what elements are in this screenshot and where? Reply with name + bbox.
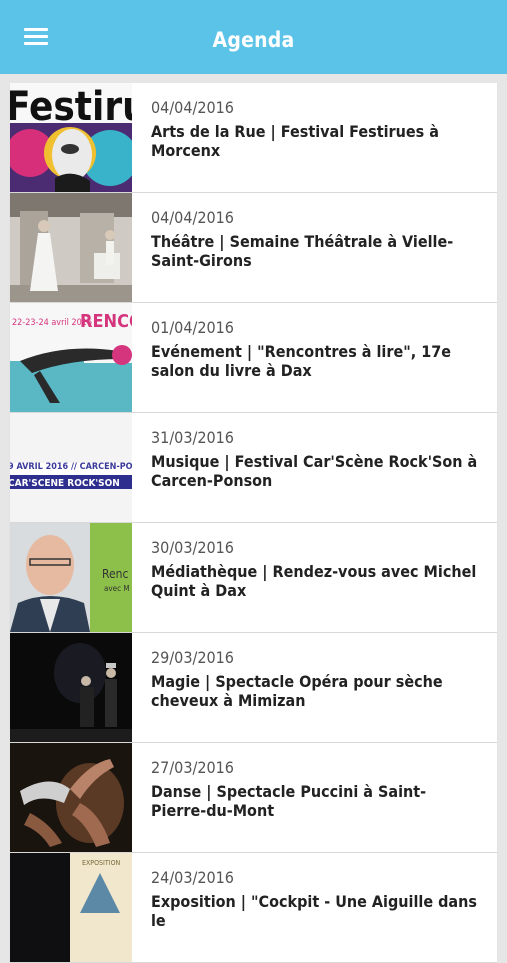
event-card[interactable]: Renc avec M 30/03/2016 Médiathèque | Ren…	[10, 523, 497, 632]
event-card[interactable]: Festiru 04/04/2016 Arts de la Rue | Fest…	[10, 83, 497, 192]
app-bar: Agenda	[0, 0, 507, 74]
thumbnail-subtext: CAR'SCENE ROCK'SON	[10, 478, 120, 489]
thumbnail-text: EXPOSITION	[82, 859, 121, 867]
page-title: Agenda	[212, 28, 295, 52]
event-date: 04/04/2016	[151, 208, 234, 227]
event-card[interactable]: EXPOSITION 24/03/2016 Exposition | "Cock…	[10, 853, 497, 962]
event-date: 27/03/2016	[151, 758, 234, 777]
thumbnail-text: 9 AVRIL 2016 // CARCEN-PON	[10, 462, 132, 472]
event-title: Médiathèque | Rendez-vous avec Michel Qu…	[151, 562, 477, 600]
event-title: Arts de la Rue | Festival Festirues à Mo…	[151, 122, 439, 160]
event-title: Danse | Spectacle Puccini à Saint-Pierre…	[151, 782, 427, 820]
event-card[interactable]: 04/04/2016 Théâtre | Semaine Théâtrale à…	[10, 193, 497, 302]
thumbnail-subtext: avec M	[104, 584, 130, 593]
event-title: Théâtre | Semaine Théâtrale à Vielle-Sai…	[151, 232, 454, 270]
event-list: Festiru 04/04/2016 Arts de la Rue | Fest…	[10, 83, 497, 963]
event-thumbnail	[10, 633, 132, 742]
event-date: 29/03/2016	[151, 648, 234, 667]
thumbnail-text: Festiru	[10, 84, 132, 130]
event-thumbnail: EXPOSITION	[10, 853, 132, 962]
event-card[interactable]: 9 AVRIL 2016 // CARCEN-PON CAR'SCENE ROC…	[10, 413, 497, 522]
event-date: 31/03/2016	[151, 428, 234, 447]
thumbnail-text: RENCO à LIR	[80, 311, 132, 332]
event-thumbnail	[10, 193, 132, 302]
event-thumbnail: Festiru	[10, 83, 132, 192]
event-thumbnail: 9 AVRIL 2016 // CARCEN-PON CAR'SCENE ROC…	[10, 413, 132, 522]
event-thumbnail: 22-23-24 avril 2016 RENCO à LIR	[10, 303, 132, 412]
event-title: Evénement | "Rencontres à lire", 17e sal…	[151, 342, 451, 380]
event-thumbnail: Renc avec M	[10, 523, 132, 632]
event-date: 30/03/2016	[151, 538, 234, 557]
event-date: 04/04/2016	[151, 98, 234, 117]
event-thumbnail	[10, 743, 132, 852]
event-title: Musique | Festival Car'Scène Rock'Son à …	[151, 452, 478, 490]
event-title: Magie | Spectacle Opéra pour sèche cheve…	[151, 672, 443, 710]
event-date: 01/04/2016	[151, 318, 234, 337]
event-card[interactable]: 22-23-24 avril 2016 RENCO à LIR 01/04/20…	[10, 303, 497, 412]
event-title: Exposition | "Cockpit - Une Aiguille dan…	[151, 892, 477, 930]
event-card[interactable]: 27/03/2016 Danse | Spectacle Puccini à S…	[10, 743, 497, 852]
event-card[interactable]: 29/03/2016 Magie | Spectacle Opéra pour …	[10, 633, 497, 742]
event-date: 24/03/2016	[151, 868, 234, 887]
thumbnail-text: Renc	[102, 567, 128, 581]
